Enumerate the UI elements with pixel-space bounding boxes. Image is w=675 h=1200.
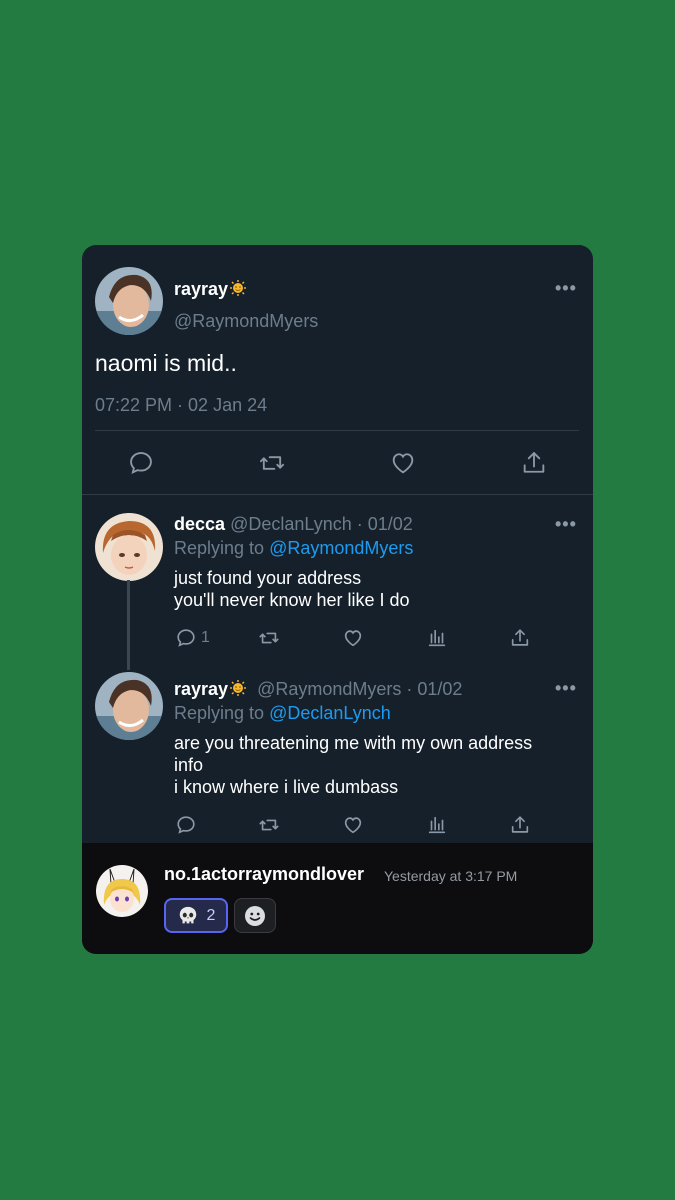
sun-emoji-icon bbox=[230, 280, 247, 296]
reply1-header[interactable]: decca @DeclanLynch · 01/02 bbox=[174, 514, 413, 535]
reply-count: 1 bbox=[201, 629, 210, 646]
analytics-icon[interactable] bbox=[426, 627, 448, 649]
reply-icon[interactable] bbox=[175, 627, 197, 649]
share-icon[interactable] bbox=[509, 814, 531, 836]
more-options-icon[interactable]: ••• bbox=[555, 514, 577, 535]
skull-reaction[interactable]: 2 bbox=[164, 898, 228, 933]
reply-icon[interactable] bbox=[127, 449, 155, 477]
reply2-header[interactable]: rayray @RaymondMyers · 01/02 bbox=[174, 679, 462, 700]
more-options-icon[interactable]: ••• bbox=[555, 678, 577, 699]
main-handle[interactable]: @RaymondMyers bbox=[174, 311, 318, 332]
reply2-text-line3: i know where i live dumbass bbox=[174, 777, 399, 797]
reply2-text-line2: info bbox=[174, 755, 204, 775]
analytics-icon[interactable] bbox=[426, 814, 448, 836]
reply1-text-line1: just found your address bbox=[174, 568, 362, 588]
like-icon[interactable] bbox=[342, 627, 364, 649]
reply2-text-line1: are you threatening me with my own addre… bbox=[174, 733, 533, 753]
retweet-icon[interactable] bbox=[258, 449, 286, 477]
share-icon[interactable] bbox=[509, 627, 531, 649]
discord-username[interactable]: no.1actorraymondlover bbox=[164, 864, 364, 885]
avatar-rayray[interactable] bbox=[95, 672, 163, 740]
reply1-display-name[interactable]: decca bbox=[174, 514, 225, 534]
add-reaction-button[interactable] bbox=[234, 898, 276, 933]
reaction-count: 2 bbox=[206, 906, 216, 924]
discord-timestamp: Yesterday at 3:17 PM bbox=[384, 868, 518, 884]
reply2-replying-to: Replying to @DeclanLynch bbox=[174, 703, 391, 724]
like-icon[interactable] bbox=[389, 449, 417, 477]
share-icon[interactable] bbox=[520, 449, 548, 477]
divider bbox=[95, 430, 579, 431]
reply1-text-line2: you'll never know her like I do bbox=[174, 590, 410, 610]
replying-to-link[interactable]: @RaymondMyers bbox=[269, 538, 413, 558]
reply1-handle-date[interactable]: @DeclanLynch · 01/02 bbox=[230, 514, 413, 534]
main-display-name[interactable]: rayray bbox=[174, 279, 247, 300]
like-icon[interactable] bbox=[342, 814, 364, 836]
discord-message bbox=[82, 843, 593, 954]
replying-prefix: Replying to bbox=[174, 703, 265, 723]
avatar-discord-user[interactable] bbox=[96, 865, 148, 917]
reply2-display-name[interactable]: rayray bbox=[174, 679, 247, 699]
replying-to-link[interactable]: @DeclanLynch bbox=[269, 703, 391, 723]
avatar-decca[interactable] bbox=[95, 513, 163, 581]
main-tweet-text: naomi is mid.. bbox=[95, 350, 237, 376]
replying-prefix: Replying to bbox=[174, 538, 265, 558]
retweet-icon[interactable] bbox=[258, 627, 280, 649]
avatar-rayray[interactable] bbox=[95, 267, 163, 335]
reply1-replying-to: Replying to @RaymondMyers bbox=[174, 538, 413, 559]
add-reaction-icon bbox=[245, 905, 265, 926]
reply2-handle-date[interactable]: @RaymondMyers · 01/02 bbox=[257, 679, 462, 699]
main-timestamp[interactable]: 07:22 PM · 02 Jan 24 bbox=[95, 395, 267, 416]
skull-emoji-icon bbox=[179, 906, 196, 923]
divider bbox=[82, 494, 593, 495]
retweet-icon[interactable] bbox=[258, 814, 280, 836]
reply-icon[interactable] bbox=[175, 814, 197, 836]
sun-emoji-icon bbox=[230, 680, 247, 696]
more-options-icon[interactable]: ••• bbox=[555, 278, 577, 299]
thread-line bbox=[127, 580, 130, 670]
